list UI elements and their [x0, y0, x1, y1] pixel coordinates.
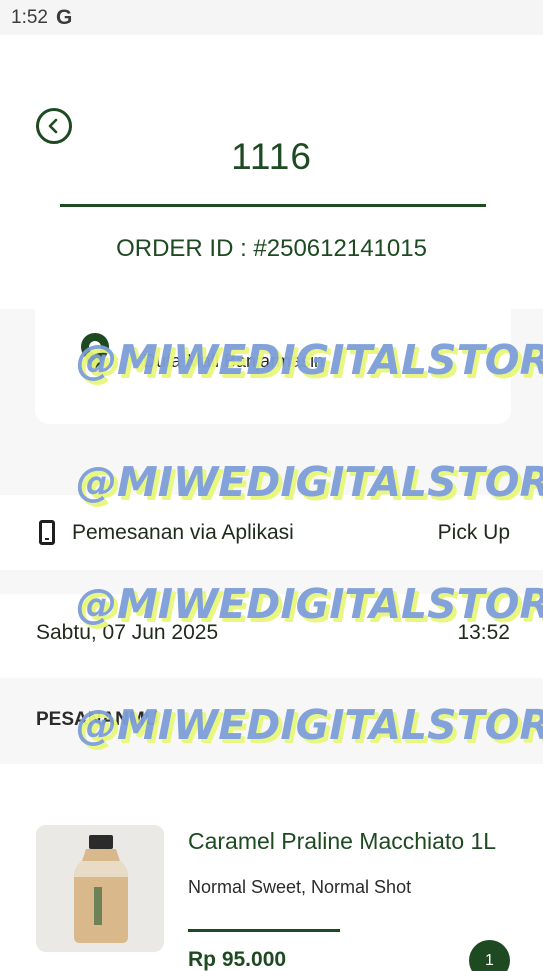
watermark: @MIWEDIGITALSTORE — [76, 458, 543, 506]
quantity-badge: 1 — [469, 940, 510, 971]
status-time: 1:52 — [11, 6, 48, 28]
order-item: Caramel Praline Macchiato 1L Normal Swee… — [0, 764, 543, 971]
product-price: Rp 95.000 — [188, 948, 287, 971]
order-channel-label: Pemesanan via Aplikasi — [72, 521, 294, 544]
google-icon: G — [55, 5, 73, 29]
product-name[interactable]: Caramel Praline Macchiato 1L — [188, 828, 496, 855]
bottle-illustration — [36, 825, 164, 952]
status-bar: 1:52 G — [0, 0, 543, 35]
order-id: ORDER ID : #250612141015 — [116, 235, 427, 262]
price-divider — [188, 929, 340, 932]
watermark: @MIWEDIGITALSTORE — [76, 580, 543, 628]
chevron-left-icon — [48, 118, 58, 134]
product-options: Normal Sweet, Normal Shot — [188, 877, 412, 897]
watermark: @MIWEDIGITALSTORE — [76, 336, 543, 384]
order-number: 1116 — [231, 136, 312, 177]
order-channel-row: Pemesanan via Aplikasi Pick Up — [0, 495, 543, 570]
order-type-label: Pick Up — [437, 521, 510, 544]
product-image — [36, 825, 164, 952]
title-divider — [60, 204, 486, 207]
order-header: 1116 ORDER ID : #250612141015 — [0, 35, 543, 309]
phone-icon — [39, 520, 55, 545]
watermark: @MIWEDIGITALSTORE — [76, 701, 543, 749]
